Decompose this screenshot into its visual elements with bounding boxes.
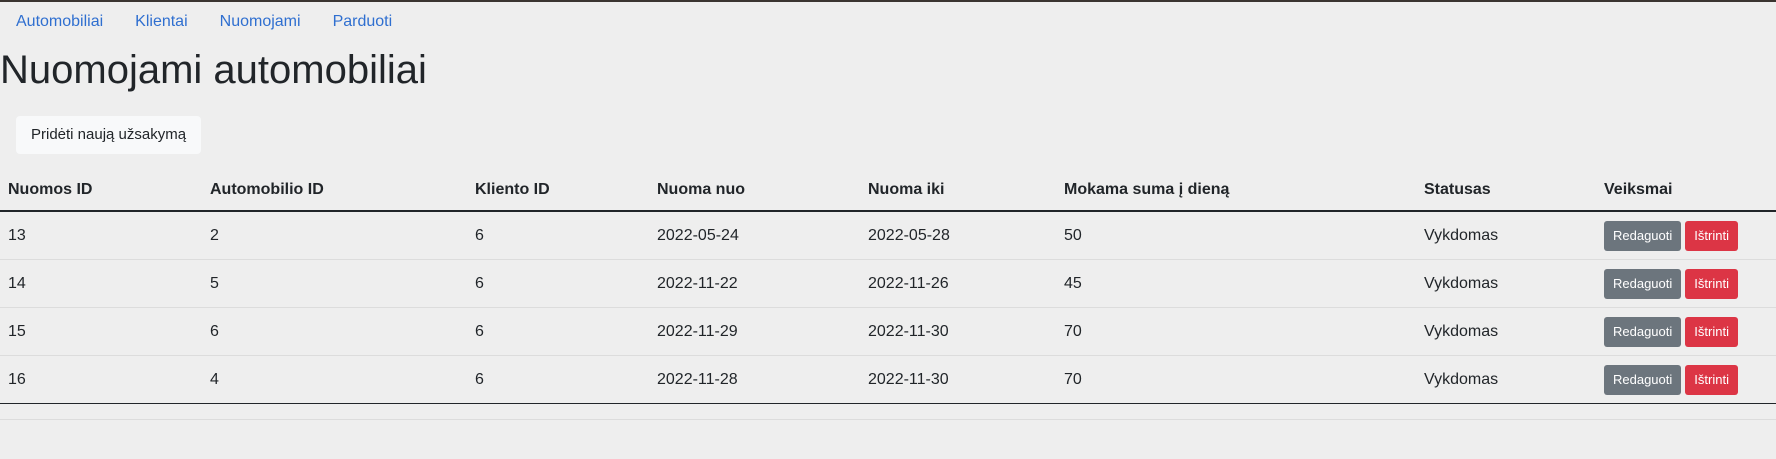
edit-button[interactable]: Redaguoti	[1604, 268, 1682, 299]
nav-link-klientai[interactable]: Klientai	[135, 13, 187, 31]
header-rent-to: Nuoma iki	[860, 170, 1056, 212]
header-actions: Veiksmai	[1596, 170, 1776, 212]
cell-rent-from: 2022-05-24	[649, 211, 860, 260]
cell-client-id: 6	[467, 307, 649, 356]
add-order-button[interactable]: Pridėti naują užsakymą	[16, 116, 202, 154]
cell-rent-from: 2022-11-28	[649, 355, 860, 404]
cell-rent-from: 2022-11-29	[649, 307, 860, 356]
cell-daily-price: 70	[1056, 355, 1416, 404]
delete-button[interactable]: Ištrinti	[1685, 364, 1738, 395]
cell-actions: Redaguoti Ištrinti	[1596, 307, 1776, 356]
table-row: 14 5 6 2022-11-22 2022-11-26 45 Vykdomas…	[0, 259, 1776, 308]
cell-rent-to: 2022-11-26	[860, 259, 1056, 308]
page-title: Nuomojami automobiliai	[0, 48, 427, 92]
cell-status: Vykdomas	[1416, 259, 1596, 308]
delete-button[interactable]: Ištrinti	[1685, 268, 1738, 299]
cell-client-id: 6	[467, 355, 649, 404]
delete-button[interactable]: Ištrinti	[1685, 316, 1738, 347]
cell-client-id: 6	[467, 211, 649, 260]
cell-car-id: 4	[202, 355, 467, 404]
cell-status: Vykdomas	[1416, 307, 1596, 356]
header-status: Statusas	[1416, 170, 1596, 212]
cell-status: Vykdomas	[1416, 355, 1596, 404]
header-rent-from: Nuoma nuo	[649, 170, 860, 212]
cell-rental-id: 14	[0, 259, 202, 308]
cell-rental-id: 13	[0, 211, 202, 260]
header-daily-price: Mokama suma į dieną	[1056, 170, 1416, 212]
table-row: 15 6 6 2022-11-29 2022-11-30 70 Vykdomas…	[0, 307, 1776, 356]
table-header-row: Nuomos ID Automobilio ID Kliento ID Nuom…	[0, 170, 1776, 212]
edit-button[interactable]: Redaguoti	[1604, 364, 1682, 395]
header-rental-id: Nuomos ID	[0, 170, 202, 212]
nav-link-parduoti[interactable]: Parduoti	[333, 13, 393, 31]
top-nav: Automobiliai Klientai Nuomojami Parduoti	[0, 2, 1776, 42]
cell-actions: Redaguoti Ištrinti	[1596, 259, 1776, 308]
cell-rent-to: 2022-05-28	[860, 211, 1056, 260]
footer-divider	[0, 419, 1776, 420]
edit-button[interactable]: Redaguoti	[1604, 316, 1682, 347]
cell-rental-id: 16	[0, 355, 202, 404]
cell-car-id: 2	[202, 211, 467, 260]
cell-rent-to: 2022-11-30	[860, 355, 1056, 404]
cell-daily-price: 70	[1056, 307, 1416, 356]
cell-actions: Redaguoti Ištrinti	[1596, 211, 1776, 260]
cell-client-id: 6	[467, 259, 649, 308]
cell-car-id: 6	[202, 307, 467, 356]
nav-link-nuomojami[interactable]: Nuomojami	[220, 13, 301, 31]
cell-actions: Redaguoti Ištrinti	[1596, 355, 1776, 404]
cell-rental-id: 15	[0, 307, 202, 356]
delete-button[interactable]: Ištrinti	[1685, 220, 1738, 251]
table-row: 16 4 6 2022-11-28 2022-11-30 70 Vykdomas…	[0, 355, 1776, 404]
header-client-id: Kliento ID	[467, 170, 649, 212]
nav-link-automobiliai[interactable]: Automobiliai	[16, 13, 103, 31]
rentals-table: Nuomos ID Automobilio ID Kliento ID Nuom…	[0, 170, 1776, 404]
cell-car-id: 5	[202, 259, 467, 308]
cell-rent-to: 2022-11-30	[860, 307, 1056, 356]
cell-daily-price: 50	[1056, 211, 1416, 260]
cell-status: Vykdomas	[1416, 211, 1596, 260]
edit-button[interactable]: Redaguoti	[1604, 220, 1682, 251]
header-car-id: Automobilio ID	[202, 170, 467, 212]
table-row: 13 2 6 2022-05-24 2022-05-28 50 Vykdomas…	[0, 211, 1776, 260]
cell-rent-from: 2022-11-22	[649, 259, 860, 308]
cell-daily-price: 45	[1056, 259, 1416, 308]
